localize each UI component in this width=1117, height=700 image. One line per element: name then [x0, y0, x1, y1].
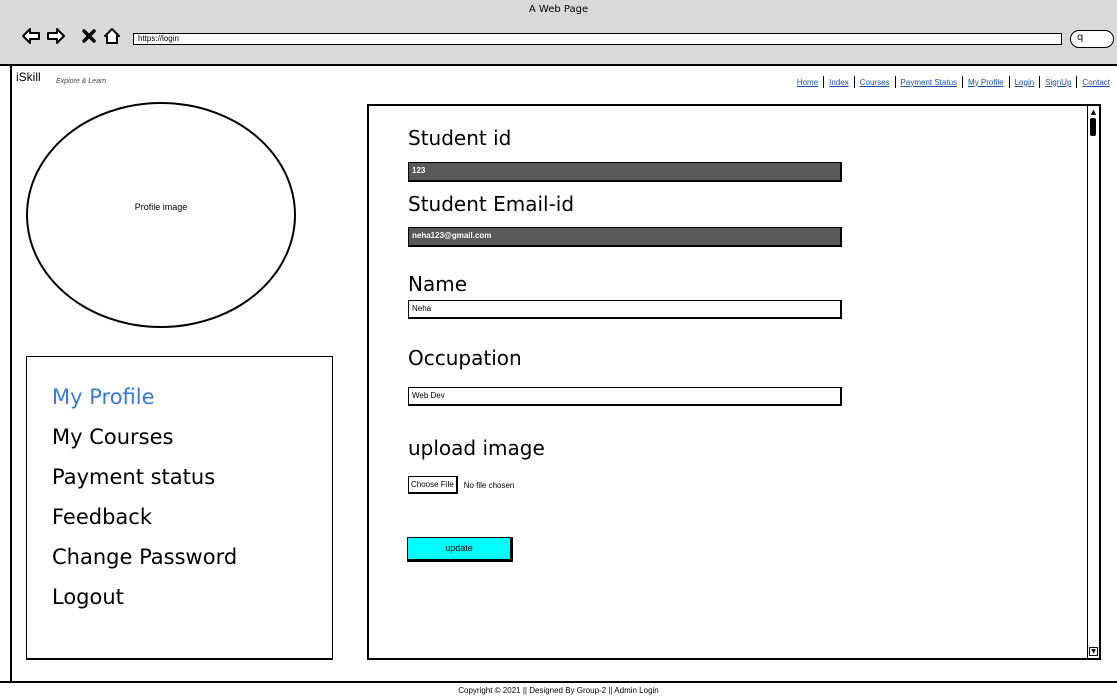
- search-icon: q: [1077, 32, 1084, 43]
- occupation-label: Occupation: [408, 346, 522, 370]
- nav-link-courses[interactable]: Courses: [855, 78, 895, 87]
- sidebar-item-my-courses[interactable]: My Courses: [52, 417, 332, 457]
- sidebar-item-feedback[interactable]: Feedback: [52, 497, 332, 537]
- name-input[interactable]: Neha: [408, 300, 842, 319]
- site-logo[interactable]: iSkill: [16, 70, 41, 84]
- occupation-input[interactable]: Web Dev: [408, 387, 842, 406]
- upload-image-label: upload image: [408, 436, 545, 460]
- back-icon[interactable]: [20, 26, 42, 46]
- nav-link-signup[interactable]: SignUp: [1040, 78, 1076, 87]
- choose-file-button[interactable]: Choose File: [408, 476, 458, 494]
- sidebar-item-payment-status[interactable]: Payment status: [52, 457, 332, 497]
- file-upload: Choose File No file chosen: [408, 476, 514, 494]
- sidebar-menu: My Profile My Courses Payment status Fee…: [26, 356, 333, 660]
- scroll-down-icon[interactable]: ▼: [1089, 647, 1098, 656]
- footer-divider: [0, 681, 1117, 683]
- nav-link-home[interactable]: Home: [792, 78, 823, 87]
- update-button[interactable]: update: [407, 537, 513, 562]
- sidebar-item-change-password[interactable]: Change Password: [52, 537, 332, 577]
- address-bar[interactable]: https://login: [133, 33, 1062, 45]
- top-navigation: Home Index Courses Payment Status My Pro…: [792, 76, 1115, 88]
- profile-image-label: Profile image: [134, 202, 188, 212]
- browser-toolbar: A Web Page https://login q: [0, 0, 1117, 66]
- profile-form-panel: Student id 123 Student Email-id neha123@…: [367, 104, 1101, 660]
- browser-search[interactable]: q: [1070, 30, 1114, 48]
- student-id-label: Student id: [408, 126, 512, 150]
- scroll-thumb[interactable]: [1090, 118, 1096, 136]
- forward-icon[interactable]: [45, 26, 67, 46]
- browser-window-title: A Web Page: [528, 4, 589, 15]
- nav-link-login[interactable]: Login: [1010, 78, 1040, 87]
- name-label: Name: [408, 272, 468, 296]
- sidebar-item-logout[interactable]: Logout: [52, 577, 332, 617]
- email-field: neha123@gmail.com: [408, 227, 842, 247]
- vertical-scrollbar[interactable]: ▲ ▼: [1087, 106, 1099, 658]
- nav-link-contact[interactable]: Contact: [1077, 78, 1115, 87]
- sidebar-item-my-profile[interactable]: My Profile: [52, 377, 332, 417]
- file-status-text: No file chosen: [463, 480, 515, 490]
- nav-link-index[interactable]: Index: [824, 78, 854, 87]
- email-label: Student Email-id: [408, 192, 575, 216]
- site-tagline: Explore & Learn: [56, 78, 107, 85]
- scroll-up-icon[interactable]: ▲: [1089, 108, 1098, 116]
- home-icon[interactable]: [101, 26, 123, 46]
- nav-link-payment-status[interactable]: Payment Status: [896, 78, 962, 87]
- footer-copyright: Copyright © 2021 || Designed By Group-2 …: [458, 686, 659, 695]
- nav-link-my-profile[interactable]: My Profile: [963, 78, 1009, 87]
- student-id-field: 123: [408, 162, 842, 182]
- close-icon[interactable]: [78, 26, 100, 46]
- profile-image: Profile image: [26, 102, 296, 328]
